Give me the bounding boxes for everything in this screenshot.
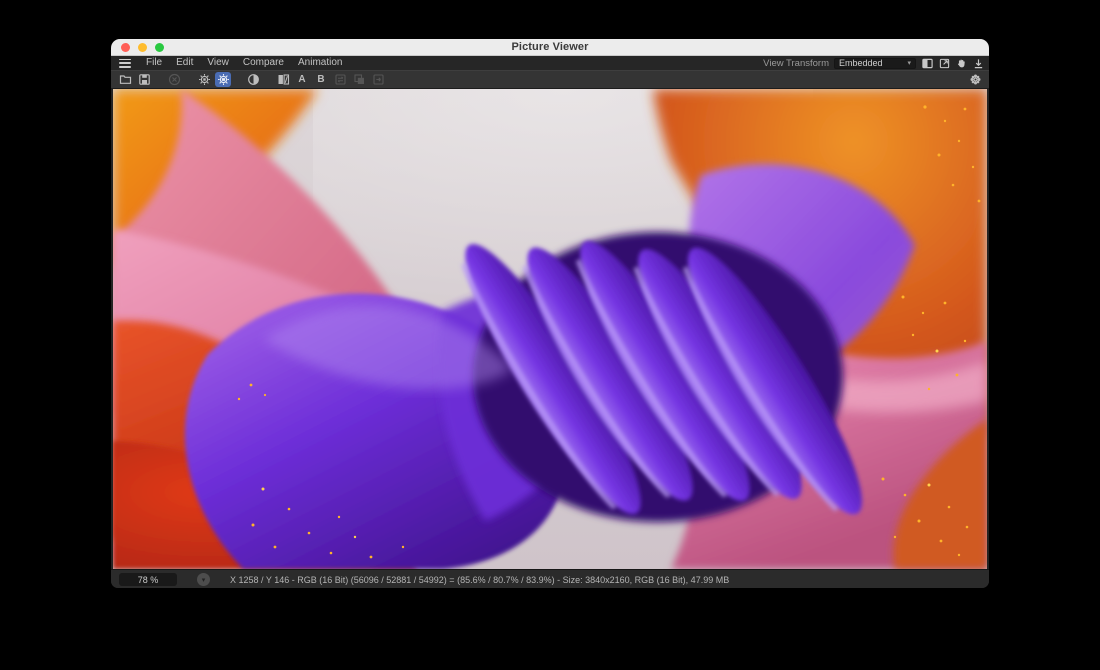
pixel-info-text: X 1258 / Y 146 - RGB (16 Bit) (56096 / 5… <box>230 575 729 585</box>
image-canvas[interactable] <box>113 89 987 569</box>
open-file-button[interactable] <box>117 72 133 87</box>
view-transform-label: View Transform <box>763 58 829 69</box>
menu-animation[interactable]: Animation <box>291 56 349 70</box>
menu-edit[interactable]: Edit <box>169 56 200 70</box>
window-title: Picture Viewer <box>111 41 989 53</box>
download-icon[interactable] <box>972 57 984 69</box>
pan-hand-icon[interactable] <box>955 57 967 69</box>
render-settings-gear-icon[interactable] <box>196 72 212 87</box>
status-bar: 78 % ▾ X 1258 / Y 146 - RGB (16 Bit) (56… <box>111 569 989 588</box>
menu-view[interactable]: View <box>200 56 236 70</box>
save-file-button[interactable] <box>136 72 152 87</box>
hamburger-menu-icon[interactable] <box>119 59 131 68</box>
export-image-icon <box>370 72 386 87</box>
stop-render-button <box>166 72 182 87</box>
view-transform-select[interactable]: Embedded ▾ <box>834 58 916 69</box>
chevron-down-icon: ▾ <box>202 576 206 584</box>
title-bar: Picture Viewer <box>111 39 989 56</box>
picture-viewer-window: Picture Viewer File Edit View Compare An… <box>111 39 989 588</box>
compare-a-button[interactable]: A <box>294 72 310 87</box>
open-in-new-window-icon[interactable] <box>938 57 950 69</box>
compare-b-button[interactable]: B <box>313 72 329 87</box>
zoom-level-field[interactable]: 78 % <box>119 573 177 586</box>
tool-bar: A B <box>111 70 989 89</box>
menu-file[interactable]: File <box>139 56 169 70</box>
compare-side-by-side-icon[interactable] <box>275 72 291 87</box>
view-transform-value: Embedded <box>839 58 883 68</box>
viewer-settings-gear-icon[interactable] <box>967 72 983 87</box>
split-view-icon[interactable] <box>921 57 933 69</box>
swap-ab-icon <box>332 72 348 87</box>
contrast-icon[interactable] <box>245 72 261 87</box>
menu-compare[interactable]: Compare <box>236 56 291 70</box>
hardware-render-gear-icon[interactable] <box>215 72 231 87</box>
rendered-image <box>113 89 987 569</box>
chevron-down-icon: ▾ <box>907 59 911 67</box>
zoom-dropdown-button[interactable]: ▾ <box>197 573 210 586</box>
menu-bar: File Edit View Compare Animation View Tr… <box>111 56 989 70</box>
copy-image-icon <box>351 72 367 87</box>
